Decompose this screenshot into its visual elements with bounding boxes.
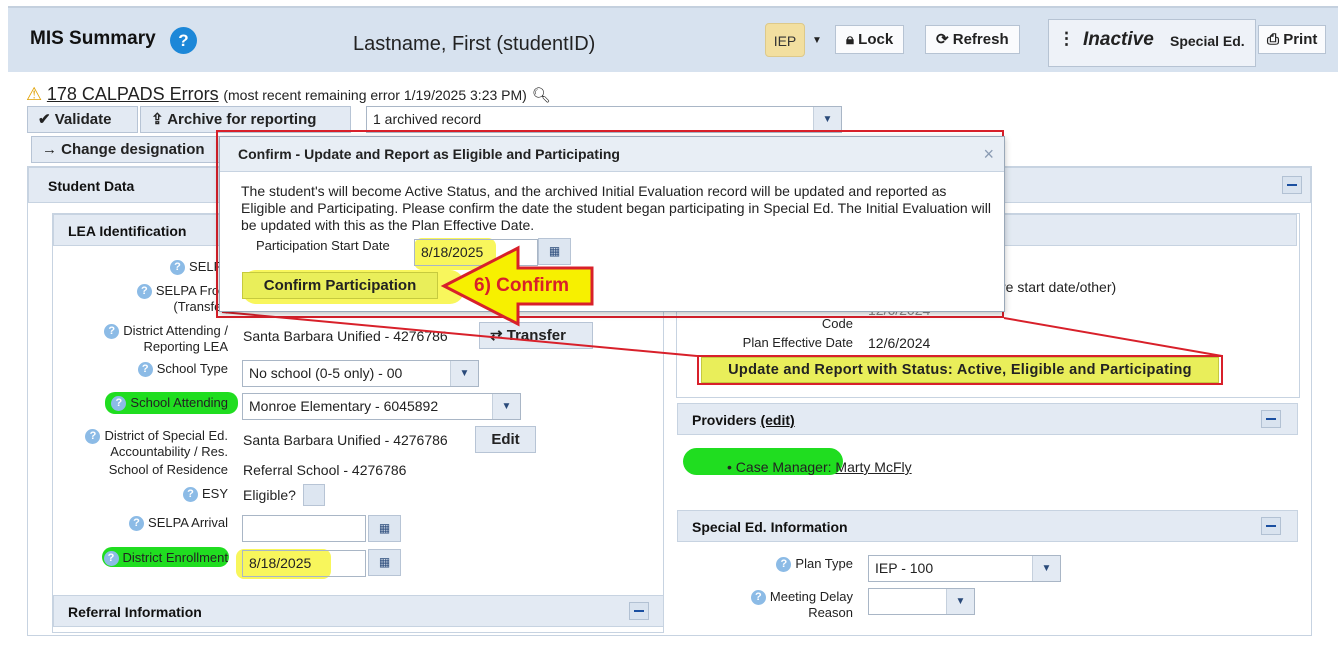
confirm-participation-button[interactable]: Confirm Participation xyxy=(242,272,438,299)
close-icon[interactable]: × xyxy=(983,137,994,172)
dialog-message: The student's will become Active Status,… xyxy=(241,183,991,233)
annotation-connector xyxy=(221,311,1223,357)
callout-text: 6) Confirm xyxy=(474,275,569,296)
dialog-title: Confirm - Update and Report as Eligible … xyxy=(220,137,1004,172)
confirm-dialog: Confirm - Update and Report as Eligible … xyxy=(219,136,1005,312)
participation-date-label: Participation Start Date xyxy=(256,238,390,253)
